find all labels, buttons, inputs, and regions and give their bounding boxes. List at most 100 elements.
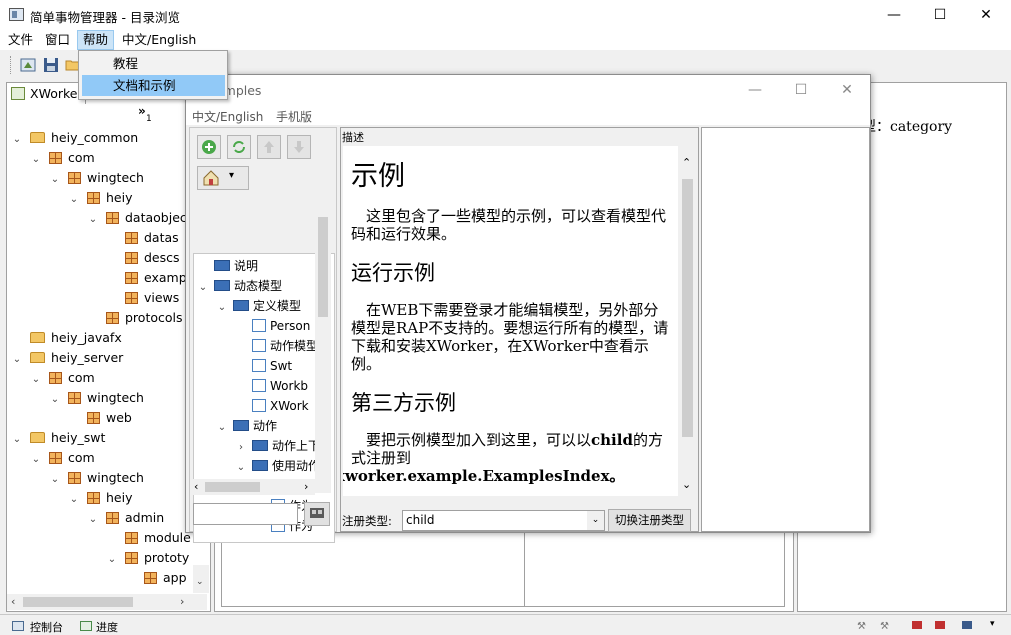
- tree-item[interactable]: ⌄ heiy: [12, 488, 208, 508]
- tree-item[interactable]: ⌄ heiy_swt: [12, 428, 208, 448]
- chevron-down-icon[interactable]: ⌄: [88, 210, 98, 230]
- chevron-down-icon[interactable]: ⌄: [69, 490, 79, 510]
- display-icon[interactable]: [962, 621, 972, 629]
- examples-tree-hscrollbar[interactable]: ‹ ›: [191, 479, 315, 495]
- example-tree-item[interactable]: 动作模型: [194, 336, 334, 356]
- tree-item[interactable]: heiy_javafx: [12, 328, 208, 348]
- doc-vscroll-thumb[interactable]: [682, 179, 693, 437]
- examples-close-button[interactable]: ✕: [824, 75, 870, 105]
- tree-item-label: wingtech: [87, 170, 144, 185]
- menu-help[interactable]: 帮助: [77, 30, 115, 50]
- error-icon[interactable]: [912, 621, 922, 629]
- tree-item[interactable]: ⌄ com: [12, 448, 208, 468]
- chevron-down-icon[interactable]: ⌄: [31, 450, 41, 470]
- menu-language[interactable]: 中文/English: [117, 30, 201, 50]
- chevron-right-icon[interactable]: ›: [236, 438, 246, 458]
- add-button[interactable]: [197, 135, 221, 159]
- tree-item[interactable]: descs: [12, 248, 208, 268]
- tree-item-label: examp: [144, 270, 187, 285]
- explorer-vscrollbar[interactable]: ⌄: [193, 565, 209, 593]
- examples-tree-vscrollbar[interactable]: [315, 203, 331, 493]
- example-tree-item[interactable]: ⌄ 定义模型: [194, 296, 334, 316]
- chevron-down-icon[interactable]: ⌄: [107, 550, 117, 570]
- example-tree-item[interactable]: ⌄ 动作: [194, 416, 334, 436]
- chevron-down-icon[interactable]: ⌄: [198, 278, 208, 298]
- maximize-button[interactable]: ☐: [917, 0, 963, 30]
- tree-item[interactable]: ⌄ heiy_server: [12, 348, 208, 368]
- tree-item[interactable]: ⌄ admin: [12, 508, 208, 528]
- tab-console[interactable]: 控制台: [30, 619, 63, 635]
- tree-item[interactable]: ⌄ wingtech: [12, 168, 208, 188]
- explorer-tab[interactable]: XWorke: [6, 82, 86, 104]
- chevron-down-icon[interactable]: ⌄: [12, 350, 22, 370]
- chevron-down-icon[interactable]: ⌄: [69, 190, 79, 210]
- examples-search-input[interactable]: [193, 503, 298, 525]
- chevron-down-icon[interactable]: ⌄: [50, 390, 60, 410]
- examples-tree-hscroll-thumb[interactable]: [205, 482, 260, 492]
- tree-item[interactable]: ⌄ heiy: [12, 188, 208, 208]
- minimize-button[interactable]: —: [871, 0, 917, 30]
- chevron-down-icon[interactable]: ⌄: [50, 170, 60, 190]
- register-type-select[interactable]: child ⌄: [402, 510, 605, 531]
- chevron-down-icon[interactable]: ⌄: [217, 418, 227, 438]
- example-tree-item[interactable]: Workb: [194, 376, 334, 396]
- view-menu-icon[interactable]: ▾: [990, 619, 995, 629]
- tools-icon[interactable]: ⚒: [880, 621, 889, 632]
- home-dropdown-button[interactable]: ▾: [197, 166, 249, 190]
- refresh-button[interactable]: [227, 135, 251, 159]
- save-icon[interactable]: [43, 57, 59, 73]
- tree-item[interactable]: datas: [12, 228, 208, 248]
- chevron-down-icon[interactable]: ⌄: [31, 150, 41, 170]
- tree-item[interactable]: ⌄ heiy_common: [12, 128, 208, 148]
- chevron-down-icon[interactable]: ⌄: [31, 370, 41, 390]
- example-tree-item[interactable]: Swt: [194, 356, 334, 376]
- example-tree-item[interactable]: 说明: [194, 256, 334, 276]
- tree-item[interactable]: ⌄ dataobjec: [12, 208, 208, 228]
- example-tree-item[interactable]: ⌄ 使用动作: [194, 456, 334, 476]
- chevron-down-icon[interactable]: ⌄: [236, 458, 246, 478]
- tree-item[interactable]: module: [12, 528, 208, 548]
- tree-item[interactable]: ⌄ wingtech: [12, 388, 208, 408]
- clear-icon[interactable]: [935, 621, 945, 629]
- tree-item[interactable]: ⌄ prototy: [12, 548, 208, 568]
- example-tree-item[interactable]: ⌄ 动态模型: [194, 276, 334, 296]
- chevron-down-icon[interactable]: ⌄: [12, 430, 22, 450]
- doc-vscrollbar[interactable]: ⌃ ⌄: [678, 146, 696, 496]
- example-tree-item[interactable]: Person: [194, 316, 334, 336]
- move-up-button[interactable]: [257, 135, 281, 159]
- tree-item[interactable]: examp: [12, 268, 208, 288]
- menu-file[interactable]: 文件: [3, 30, 38, 50]
- examples-menu-language[interactable]: 中文/English: [192, 108, 263, 125]
- tree-item[interactable]: ⌄ wingtech: [12, 468, 208, 488]
- menu-item-tutorial[interactable]: 教程: [82, 53, 225, 74]
- doc-text-pre: 要把示例模型加入到这里，可以以: [366, 431, 592, 449]
- chevron-down-icon[interactable]: ⌄: [217, 298, 227, 318]
- examples-maximize-button[interactable]: ☐: [778, 75, 824, 105]
- home-icon[interactable]: [20, 57, 36, 73]
- explorer-hscroll-thumb[interactable]: [23, 597, 133, 607]
- tree-item[interactable]: views: [12, 288, 208, 308]
- switch-register-type-button[interactable]: 切换注册类型: [608, 509, 691, 532]
- tab-progress[interactable]: 进度: [96, 619, 118, 635]
- menu-item-docs-examples[interactable]: 文档和示例: [82, 75, 225, 96]
- example-tree-item[interactable]: › 动作上下: [194, 436, 334, 456]
- explorer-hscrollbar[interactable]: ‹ ›: [7, 594, 207, 610]
- view-menu-chevron[interactable]: »: [138, 104, 146, 118]
- menu-window[interactable]: 窗口: [40, 30, 75, 50]
- tree-item[interactable]: app: [12, 568, 208, 588]
- search-button[interactable]: [304, 502, 330, 526]
- tree-item[interactable]: protocols: [12, 308, 208, 328]
- chevron-down-icon[interactable]: ⌄: [88, 510, 98, 530]
- close-button[interactable]: ✕: [963, 0, 1009, 30]
- examples-menu-mobile[interactable]: 手机版: [276, 108, 312, 125]
- chevron-down-icon[interactable]: ⌄: [50, 470, 60, 490]
- examples-minimize-button[interactable]: —: [732, 75, 778, 105]
- tree-item[interactable]: ⌄ com: [12, 368, 208, 388]
- tree-item[interactable]: web: [12, 408, 208, 428]
- examples-tree-vscroll-thumb[interactable]: [318, 217, 328, 317]
- tree-item[interactable]: ⌄ com: [12, 148, 208, 168]
- example-tree-item[interactable]: XWork: [194, 396, 334, 416]
- chevron-down-icon[interactable]: ⌄: [12, 130, 22, 150]
- pin-icon[interactable]: ⚒: [857, 621, 866, 632]
- move-down-button[interactable]: [287, 135, 311, 159]
